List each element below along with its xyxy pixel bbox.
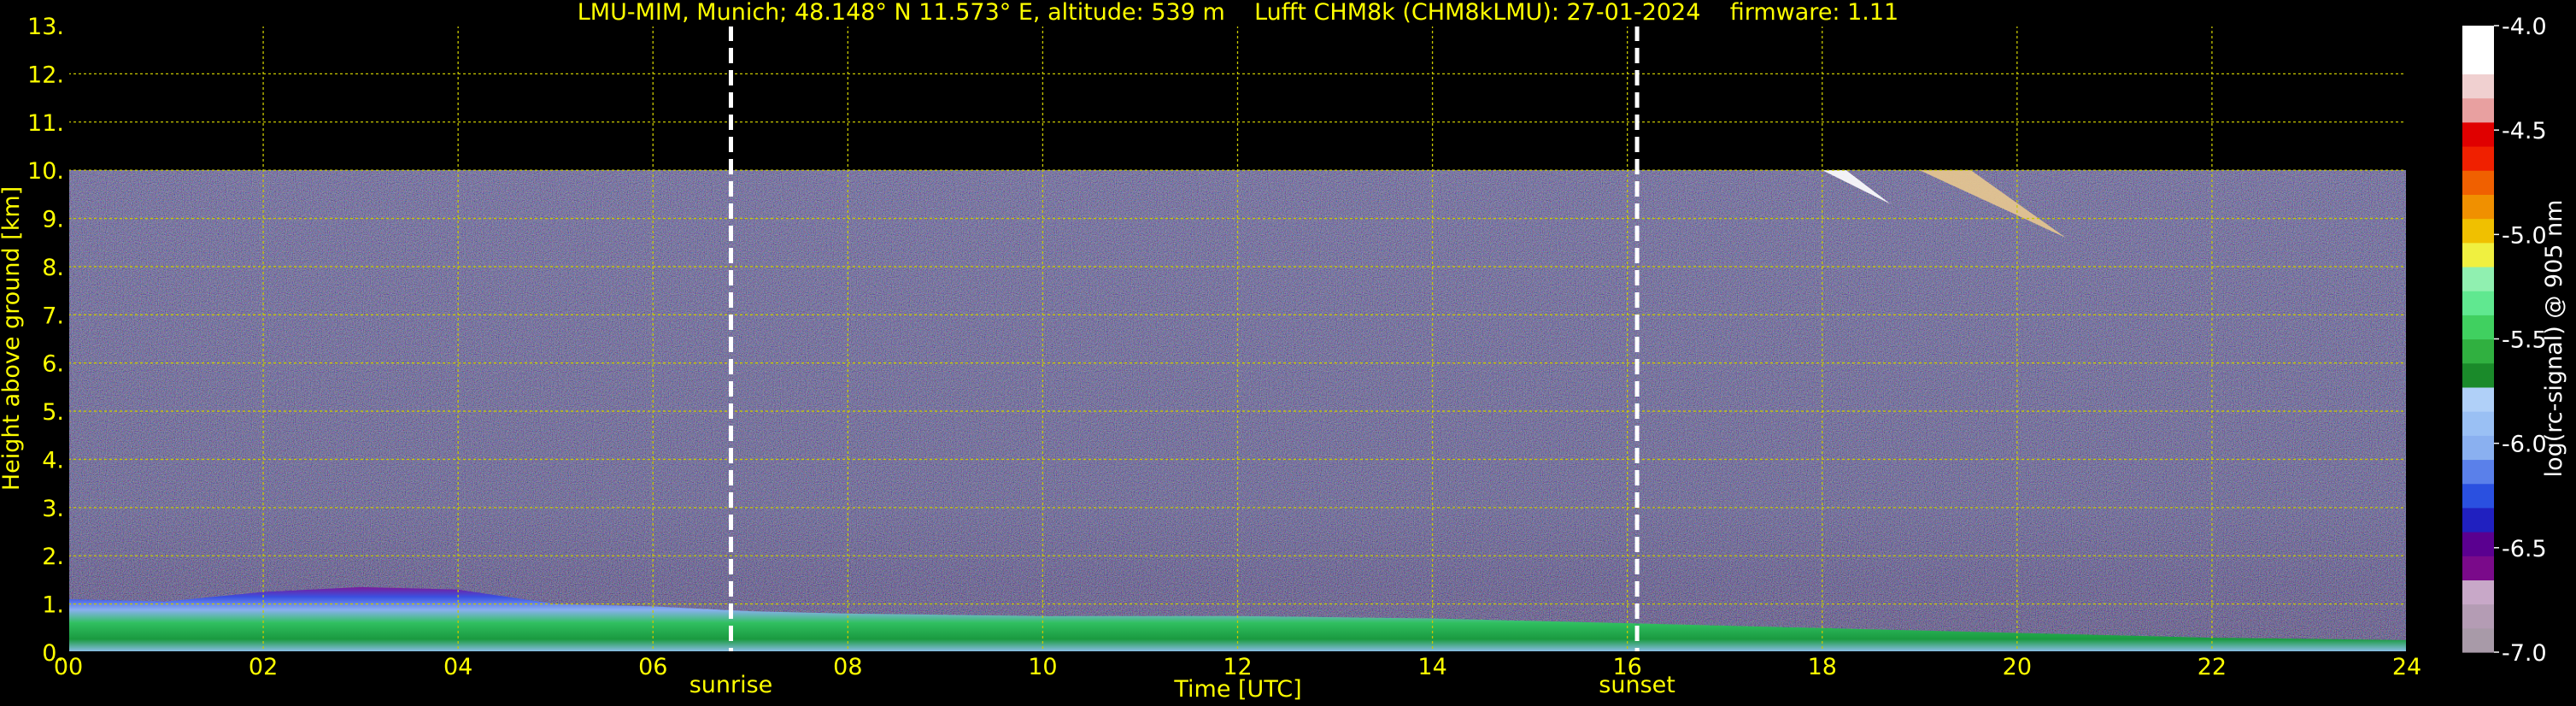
colorbar-swatch bbox=[2462, 556, 2494, 581]
colorbar-swatch bbox=[2462, 291, 2494, 315]
colorbar-swatch bbox=[2462, 242, 2494, 268]
y-tick-label: 6. bbox=[42, 351, 64, 378]
colorbar-swatch bbox=[2462, 507, 2494, 532]
y-tick-label: 8. bbox=[42, 255, 64, 281]
y-tick-label: 12. bbox=[27, 62, 64, 88]
colorbar-swatch bbox=[2462, 26, 2494, 50]
colorbar-swatch bbox=[2462, 97, 2494, 123]
x-tick-label: 08 bbox=[833, 654, 862, 680]
plot-area bbox=[67, 25, 2408, 653]
y-tick-label: 5. bbox=[42, 399, 64, 426]
x-tick-label: 02 bbox=[249, 654, 278, 680]
colorbar-swatch bbox=[2462, 145, 2494, 171]
x-tick-label: 00 bbox=[54, 654, 83, 680]
ceilometer-chart: LMU-MIM, Munich; 48.148° N 11.573° E, al… bbox=[0, 0, 2567, 703]
colorbar-tick-label: -5.0 bbox=[2502, 222, 2547, 249]
y-tick-label: 11. bbox=[27, 110, 64, 137]
y-tick-label: 1. bbox=[42, 592, 64, 619]
colorbar-swatch bbox=[2462, 627, 2494, 653]
x-tick-label: 04 bbox=[443, 654, 472, 680]
colorbar-swatch bbox=[2462, 362, 2494, 388]
x-tick-label: 22 bbox=[2198, 654, 2227, 680]
x-tick-label: 18 bbox=[1808, 654, 1837, 680]
y-tick-label: 9. bbox=[42, 207, 64, 233]
event-label: sunset bbox=[1599, 672, 1675, 698]
chart-title: LMU-MIM, Munich; 48.148° N 11.573° E, al… bbox=[578, 0, 1898, 26]
colorbar-swatch bbox=[2462, 338, 2494, 364]
colorbar: -4.0 -4.5 -5.0 -5.5 -6.0 -6.5 -7.0 log(rc-sign… bbox=[2462, 14, 2567, 667]
colorbar-swatch bbox=[2462, 603, 2494, 629]
y-tick-label: 10. bbox=[27, 158, 64, 185]
colorbar-tick-label: -5.5 bbox=[2502, 327, 2547, 354]
colorbar-swatch bbox=[2462, 435, 2494, 461]
x-tick-label: 24 bbox=[2392, 654, 2421, 680]
colorbar-swatch bbox=[2462, 459, 2494, 485]
x-tick-label: 10 bbox=[1028, 654, 1057, 680]
y-tick-label: 13. bbox=[27, 14, 64, 40]
y-tick-label: 7. bbox=[42, 303, 64, 329]
colorbar-tick-label: -4.5 bbox=[2502, 118, 2547, 144]
colorbar-swatch bbox=[2462, 218, 2494, 244]
colorbar-tick-label: -6.0 bbox=[2502, 432, 2547, 458]
y-axis-label: Height above ground [km] bbox=[0, 186, 25, 491]
x-tick-label: 14 bbox=[1417, 654, 1446, 680]
colorbar-tick-label: -4.0 bbox=[2502, 14, 2547, 40]
event-label: sunrise bbox=[689, 672, 773, 698]
x-tick-label: 06 bbox=[638, 654, 667, 680]
colorbar-swatch bbox=[2462, 411, 2494, 436]
x-tick-label: 20 bbox=[2003, 654, 2032, 680]
x-axis-label: Time [UTC] bbox=[1173, 676, 1301, 703]
colorbar-swatch bbox=[2462, 266, 2494, 291]
colorbar-swatch bbox=[2462, 386, 2494, 412]
colorbar-swatch bbox=[2462, 315, 2494, 340]
colorbar-swatch bbox=[2462, 532, 2494, 556]
colorbar-swatch bbox=[2462, 194, 2494, 220]
y-tick-label: 3. bbox=[42, 496, 64, 522]
colorbar-swatch bbox=[2462, 483, 2494, 509]
y-tick-label: 4. bbox=[42, 447, 64, 474]
colorbar-ticks: -4.0 -4.5 -5.0 -5.5 -6.0 -6.5 -7.0 bbox=[2494, 14, 2547, 667]
colorbar-swatch bbox=[2462, 170, 2494, 195]
y-tick-labels: 0.1.2.3.4.5.6.7.8.9.10.11.12.13. bbox=[27, 14, 64, 667]
colorbar-tick-label: -6.5 bbox=[2502, 536, 2547, 562]
colorbar-swatch bbox=[2462, 50, 2494, 74]
y-tick-label: 2. bbox=[42, 544, 64, 570]
colorbar-label: log(rc-signal) @ 905 nm bbox=[2541, 200, 2567, 478]
colorbar-tick-label: -7.0 bbox=[2502, 640, 2547, 667]
colorbar-swatch bbox=[2462, 121, 2494, 147]
colorbar-swatch bbox=[2462, 74, 2494, 99]
colorbar-swatches bbox=[2462, 26, 2494, 653]
colorbar-swatch bbox=[2462, 580, 2494, 605]
